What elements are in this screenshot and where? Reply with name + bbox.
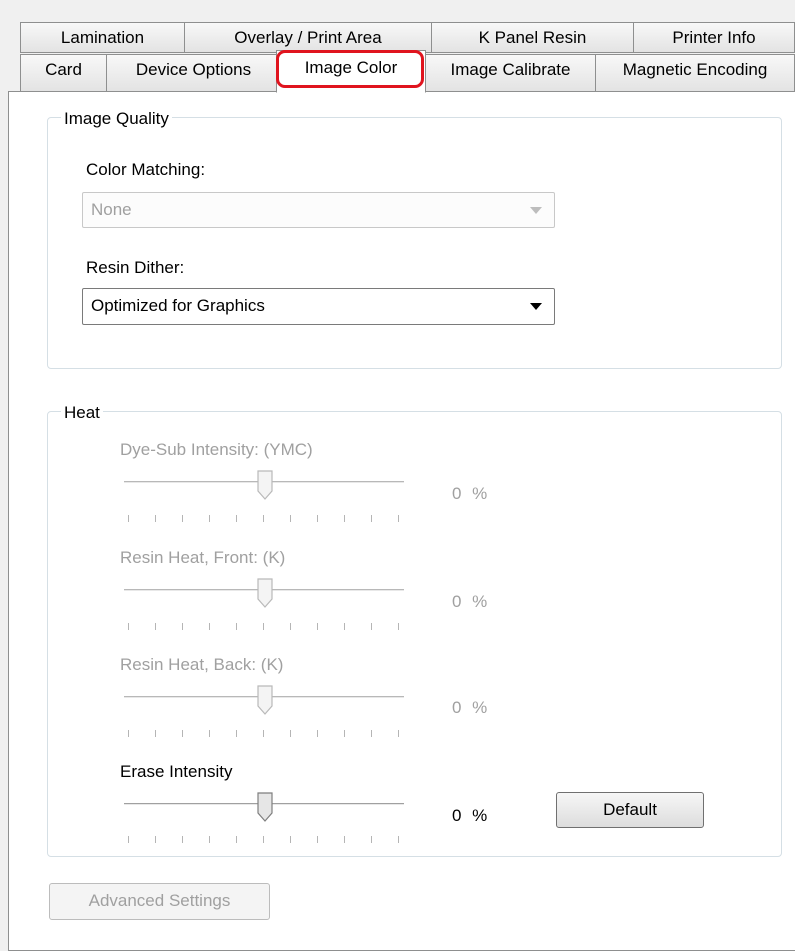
slider-tick [155,515,156,522]
tab-image-color[interactable]: Image Color [276,50,426,93]
resin-heat-front-ticks [124,623,404,631]
slider-tick [344,515,345,522]
resin-dither-value: Optimized for Graphics [91,296,265,315]
slider-tick [344,623,345,630]
slider-tick [209,730,210,737]
slider-tick [182,836,183,843]
slider-tick [344,836,345,843]
resin-heat-back-thumb[interactable] [257,685,273,715]
slider-tick [398,730,399,737]
slider-tick [128,515,129,522]
dye-sub-intensity-ticks [124,515,404,523]
slider-tick [371,515,372,522]
dye-sub-intensity-value: 0 % [452,484,491,503]
heat-legend: Heat [61,402,103,424]
slider-tick [398,515,399,522]
tab-k-panel-resin[interactable]: K Panel Resin [431,22,634,53]
slider-tick [290,836,291,843]
resin-dither-label: Resin Dither: [86,258,185,277]
slider-tick [128,730,129,737]
erase-intensity-value: 0 % [452,806,491,825]
slider-tick [317,623,318,630]
dye-sub-intensity-label: Dye-Sub Intensity: (YMC) [120,440,313,459]
slider-tick [344,730,345,737]
tab-image-calibrate[interactable]: Image Calibrate [425,54,596,92]
tab-card[interactable]: Card [20,54,107,92]
slider-tick [236,836,237,843]
slider-tick [290,623,291,630]
slider-tick [371,623,372,630]
tab-printer-info[interactable]: Printer Info [633,22,795,53]
erase-intensity-ticks [124,836,404,844]
slider-tick [317,730,318,737]
resin-heat-front-value: 0 % [452,592,491,611]
erase-intensity-thumb[interactable] [257,792,273,822]
tab-magnetic-encoding[interactable]: Magnetic Encoding [595,54,795,92]
slider-tick [263,515,264,522]
slider-tick [182,515,183,522]
resin-dither-dropdown[interactable]: Optimized for Graphics [82,288,555,325]
color-matching-label: Color Matching: [86,160,206,179]
slider-tick [371,836,372,843]
slider-tick [128,836,129,843]
slider-tick [263,836,264,843]
slider-tick [371,730,372,737]
slider-tick [290,730,291,737]
slider-tick [398,623,399,630]
slider-tick [209,623,210,630]
slider-tick [317,515,318,522]
tab-device-options[interactable]: Device Options [106,54,281,92]
erase-intensity-label: Erase Intensity [120,762,233,781]
slider-tick [236,730,237,737]
resin-heat-back-ticks [124,730,404,738]
resin-heat-back-label: Resin Heat, Back: (K) [120,655,284,674]
slider-tick [263,730,264,737]
chevron-down-icon [530,303,542,310]
resin-heat-front-label: Resin Heat, Front: (K) [120,548,286,567]
slider-tick [182,623,183,630]
image-quality-group [47,117,782,369]
slider-tick [317,836,318,843]
color-matching-dropdown[interactable]: None [82,192,555,228]
tab-lamination[interactable]: Lamination [20,22,185,53]
slider-tick [290,515,291,522]
slider-tick [182,730,183,737]
slider-tick [155,623,156,630]
window-left-edge [0,0,8,938]
slider-tick [155,836,156,843]
slider-tick [263,623,264,630]
resin-heat-front-thumb[interactable] [257,578,273,608]
slider-tick [155,730,156,737]
slider-tick [236,623,237,630]
slider-tick [398,836,399,843]
advanced-settings-button[interactable]: Advanced Settings [49,883,270,920]
heat-group [47,411,782,857]
slider-tick [209,515,210,522]
dye-sub-intensity-thumb[interactable] [257,470,273,500]
color-matching-value: None [91,200,132,219]
slider-tick [209,836,210,843]
resin-heat-back-value: 0 % [452,698,491,717]
slider-tick [236,515,237,522]
default-button[interactable]: Default [556,792,704,828]
image-quality-legend: Image Quality [61,108,172,130]
slider-tick [128,623,129,630]
chevron-down-icon [530,207,542,214]
tab-overlay-print-area[interactable]: Overlay / Print Area [184,22,432,53]
